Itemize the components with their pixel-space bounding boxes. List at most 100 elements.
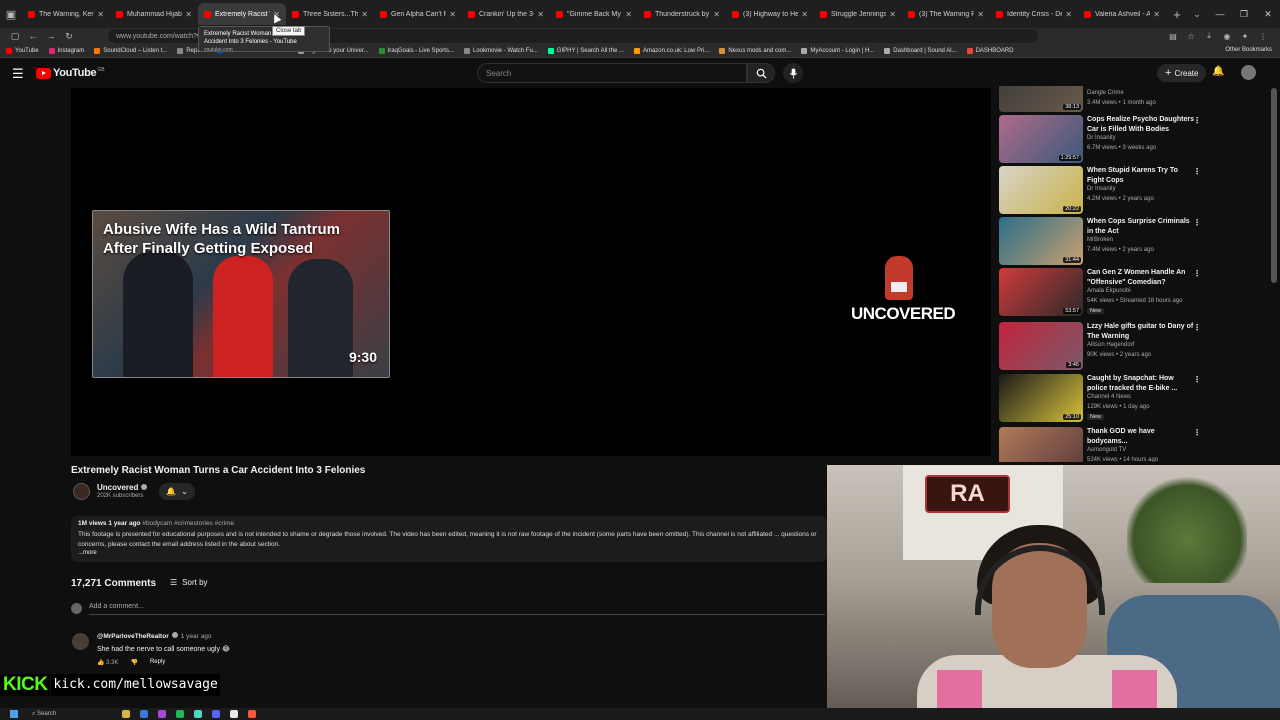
file-explorer-icon[interactable] [122, 710, 130, 718]
more-actions-icon[interactable]: ⋮ [1193, 116, 1201, 125]
reading-mode-icon[interactable]: ▤ [1164, 32, 1182, 41]
subscription-bell-button[interactable]: 🔔 ⌄ [159, 483, 195, 500]
video-thumbnail[interactable]: 20:22 [999, 166, 1083, 214]
bookmark-item[interactable]: GIPHY | Search All the ... [547, 47, 624, 54]
brave-browser-icon[interactable] [248, 710, 256, 718]
video-player[interactable]: Abusive Wife Has a Wild Tantrum After Fi… [71, 88, 991, 456]
comment-author[interactable]: @MrParloveTheRealtor [97, 633, 169, 640]
forward-icon[interactable]: → [42, 31, 60, 41]
discord-icon[interactable] [212, 710, 220, 718]
close-tab-icon[interactable]: ✕ [1153, 10, 1160, 19]
endscreen-channel-logo[interactable]: UNCOVERED [851, 256, 956, 324]
create-button[interactable]: + Create [1157, 64, 1207, 82]
app-icon[interactable] [158, 710, 166, 718]
new-tab-button[interactable]: + [1166, 7, 1188, 22]
sort-comments-button[interactable]: ☰ Sort by [170, 578, 208, 587]
bookmark-item[interactable]: IraqGoals - Live Sports... [378, 47, 454, 54]
video-thumbnail[interactable]: 1:29:57 [999, 115, 1083, 163]
search-button[interactable] [747, 63, 775, 83]
app-icon[interactable] [194, 710, 202, 718]
recommended-video[interactable]: 31:44 When Cops Surprise Criminals in the… [999, 217, 1269, 267]
comment-time[interactable]: 1 year ago [181, 633, 212, 640]
recommended-channel[interactable]: Dr Insanity [1087, 135, 1116, 141]
recommended-channel[interactable]: Dr Insanity [1087, 186, 1116, 192]
browser-tab[interactable]: Gen Alpha Can't Read✕ [374, 3, 462, 25]
video-thumbnail[interactable]: 31:44 [999, 217, 1083, 265]
more-actions-icon[interactable]: ⋮ [1193, 323, 1201, 332]
show-more-link[interactable]: ...more [78, 550, 820, 556]
search-input[interactable]: Search [477, 63, 747, 83]
close-tab-icon[interactable]: ✕ [361, 10, 368, 19]
bookmark-item[interactable]: Nexus mods and com... [719, 47, 791, 54]
browser-tab[interactable]: Identity Crisis - Destr✕ [990, 3, 1078, 25]
recommended-title[interactable]: Can Gen Z Women Handle An "Offensive" Co… [1087, 268, 1195, 287]
recommended-video[interactable]: 25:10 Caught by Snapchat: How police trac… [999, 374, 1269, 424]
bookmark-item[interactable]: YouTube [6, 47, 39, 54]
bookmark-star-icon[interactable]: ☆ [1182, 32, 1200, 41]
more-actions-icon[interactable]: ⋮ [1193, 375, 1201, 384]
profile-icon[interactable]: ◉ [1218, 32, 1236, 41]
recommended-video[interactable]: Thank GOD we have bodycams... ⋮ Asmongold … [999, 427, 1269, 462]
bookmark-item[interactable]: SoundCloud – Listen t... [94, 47, 167, 54]
recommended-channel[interactable]: Allison Hagendorf [1087, 342, 1134, 348]
recommended-title[interactable]: Caught by Snapchat: How police tracked t… [1087, 374, 1195, 393]
more-actions-icon[interactable]: ⋮ [1193, 269, 1201, 278]
channel-avatar[interactable] [73, 483, 90, 500]
close-tab-icon[interactable]: ✕ [889, 10, 896, 19]
browser-tab[interactable]: Three Sisters...The Gr✕ [286, 3, 374, 25]
dislike-icon[interactable]: 👎 [130, 659, 137, 666]
video-thumbnail[interactable]: 38:13 [999, 86, 1083, 112]
like-button[interactable]: 👍 3.3K [97, 659, 118, 666]
notifications-bell-icon[interactable]: 🔔 [1212, 66, 1224, 77]
close-window-icon[interactable]: ✕ [1256, 9, 1280, 20]
close-tab-icon[interactable]: ✕ [977, 10, 984, 19]
bookmark-item[interactable]: MyAccount - Login | H... [801, 47, 874, 54]
close-tab-icon[interactable]: ✕ [449, 10, 456, 19]
recommended-channel[interactable]: Channel 4 News [1087, 394, 1131, 400]
comment-author-avatar[interactable] [72, 633, 89, 650]
recommended-title[interactable]: When Cops Surprise Criminals in the Act [1087, 217, 1195, 236]
page-scrollbar[interactable] [1271, 88, 1277, 283]
endscreen-video-card[interactable]: Abusive Wife Has a Wild Tantrum After Fi… [92, 210, 390, 378]
other-bookmarks[interactable]: Other Bookmarks [1225, 47, 1272, 53]
description-box[interactable]: 1M views 1 year ago #bodycam #crimestori… [71, 516, 827, 562]
bookmark-item[interactable]: Dashboard | Sound Al... [884, 47, 957, 54]
recommended-video[interactable]: 20:22 When Stupid Karens Try To Fight Cop… [999, 166, 1269, 216]
add-comment-input[interactable]: Add a comment... [89, 603, 825, 615]
browser-tab[interactable]: The Warning, Kerosen✕ [22, 3, 110, 25]
close-tab-icon[interactable]: ✕ [537, 10, 544, 19]
bookmark-item[interactable]: Instagram [48, 47, 84, 54]
sidebar-toggle-icon[interactable]: ▢ [6, 31, 24, 42]
recommended-video[interactable]: 1:29:57 Cops Realize Psycho Daughters Car… [999, 115, 1269, 165]
youtube-logo[interactable]: YouTube GB [36, 67, 105, 79]
more-actions-icon[interactable]: ⋮ [1193, 167, 1201, 176]
more-actions-icon[interactable]: ⋮ [1193, 428, 1201, 437]
recommended-channel[interactable]: Amala Ekpunobi [1087, 288, 1131, 294]
close-tab-icon[interactable]: ✕ [1065, 10, 1072, 19]
reply-button[interactable]: Reply [150, 659, 165, 666]
video-thumbnail[interactable]: 25:10 [999, 374, 1083, 422]
download-icon[interactable]: ⤓ [1200, 31, 1218, 41]
video-thumbnail[interactable]: 3:45 [999, 322, 1083, 370]
browser-tab[interactable]: (3) The Warning Reac✕ [902, 3, 990, 25]
bookmark-item[interactable]: DASHBOARD [966, 47, 1014, 54]
browser-tab[interactable]: "Gimme Back My Bull✕ [550, 3, 638, 25]
recommended-video[interactable]: 3:45 Lzzy Hale gifts guitar to Dany of Th… [999, 322, 1269, 372]
browser-tab[interactable]: Valeria Ashveil - Ashe✕ [1078, 3, 1166, 25]
recommended-title[interactable]: When Stupid Karens Try To Fight Cops [1087, 166, 1195, 185]
taskbar-search[interactable]: ⌕ Search [32, 711, 122, 718]
obs-icon[interactable] [230, 710, 238, 718]
windows-start-icon[interactable] [10, 710, 18, 718]
close-tab-icon[interactable]: ✕ [713, 10, 720, 19]
browser-tab[interactable]: Struggle Jennings & C✕ [814, 3, 902, 25]
edge-icon[interactable] [140, 710, 148, 718]
recommended-title[interactable]: Cops Realize Psycho Daughters Car is Fil… [1087, 115, 1195, 134]
recommended-title[interactable]: Thank GOD we have bodycams... [1087, 427, 1195, 446]
tab-actions-icon[interactable]: ▣ [0, 0, 22, 28]
video-thumbnail[interactable]: 53:57 [999, 268, 1083, 316]
maximize-icon[interactable]: ❐ [1232, 9, 1256, 20]
recommended-video[interactable]: 38:13 Dangle Crime 3.4M views • 1 month ag… [999, 86, 1269, 114]
browser-tab[interactable]: Thunderstruck by Ste✕ [638, 3, 726, 25]
close-tab-icon[interactable]: ✕ [625, 10, 632, 19]
minimize-icon[interactable]: — [1208, 9, 1232, 19]
